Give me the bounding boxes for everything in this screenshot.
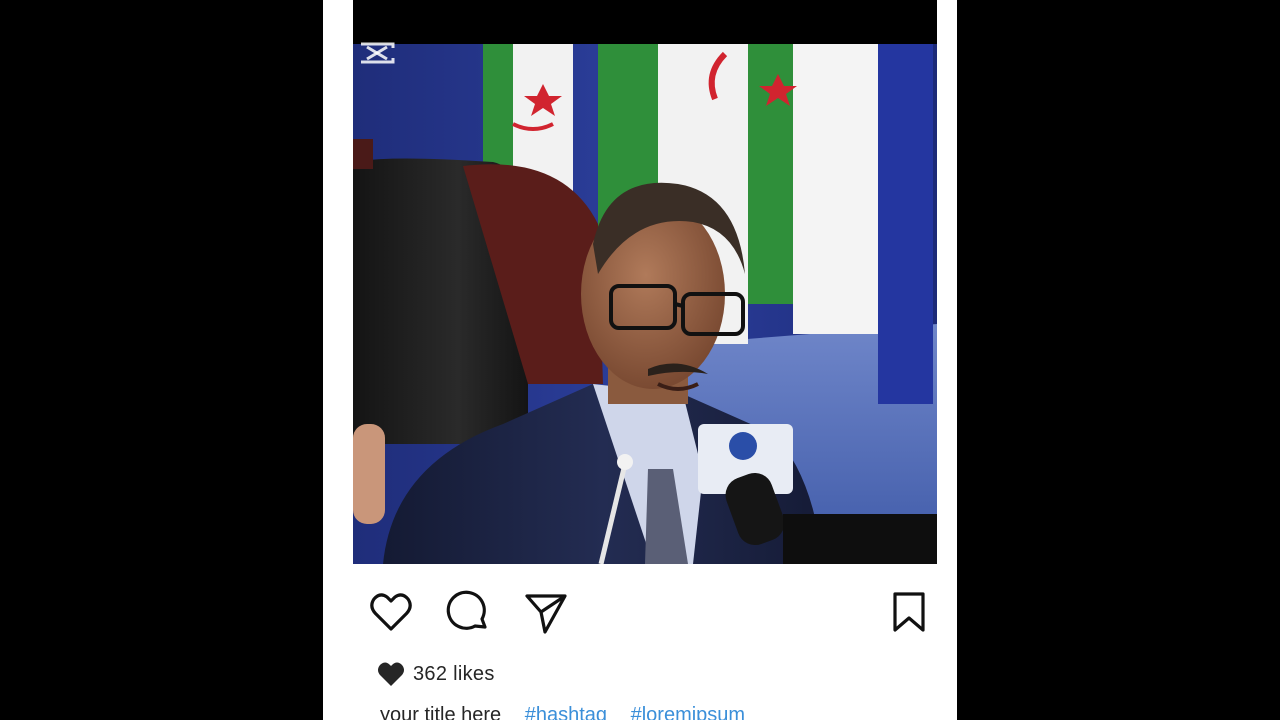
- caption-title: your title here: [380, 704, 502, 720]
- hashtag-link[interactable]: #loremipsum: [631, 704, 745, 720]
- comment-bubble-icon[interactable]: [444, 588, 492, 636]
- likes-count: 362 likes: [413, 662, 495, 685]
- hashtag-link[interactable]: #hashtag: [525, 704, 607, 720]
- paper-plane-icon[interactable]: [521, 588, 569, 636]
- heart-icon[interactable]: [367, 588, 415, 636]
- capcut-logo-icon: [361, 42, 395, 64]
- instagram-post-card: 362 likes your title here #hashtag #lore…: [323, 0, 957, 720]
- likes-summary[interactable]: 362 likes: [377, 660, 495, 688]
- post-caption: your title here #hashtag #loremipsum: [380, 704, 745, 720]
- media-top-letterbox: [353, 0, 937, 44]
- video-frame: 362 likes your title here #hashtag #lore…: [0, 0, 1280, 720]
- bookmark-icon[interactable]: [885, 588, 933, 636]
- post-action-bar: [363, 588, 925, 636]
- post-photo: [353, 44, 937, 564]
- heart-filled-icon: [377, 661, 405, 687]
- post-media[interactable]: [353, 0, 937, 564]
